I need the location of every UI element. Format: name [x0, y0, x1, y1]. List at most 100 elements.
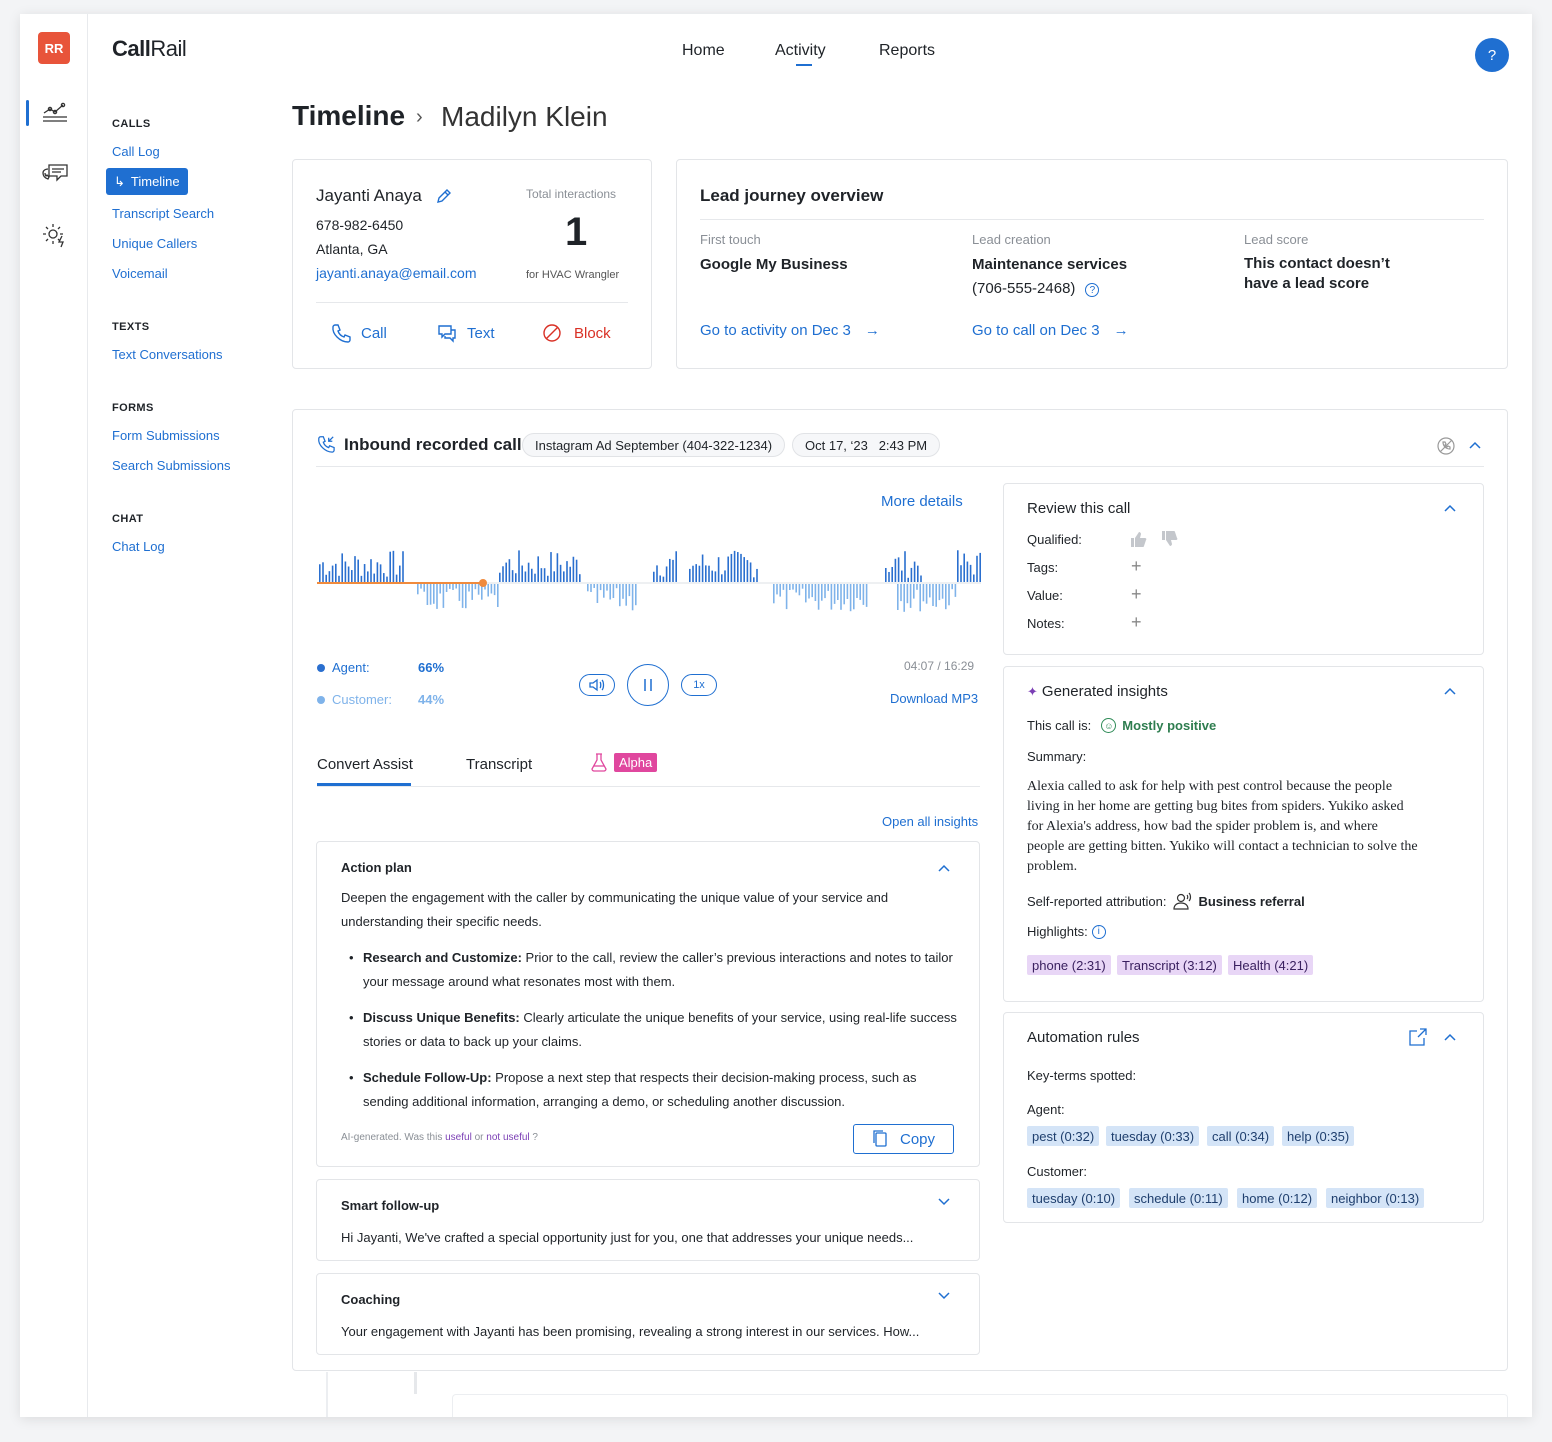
more-details-link[interactable]: More details	[881, 493, 963, 510]
highlight-tag[interactable]: Health (4:21)	[1228, 955, 1314, 975]
edit-pencil-icon[interactable]	[435, 187, 453, 210]
copy-button[interactable]: Copy	[853, 1124, 954, 1154]
add-value-plus-icon[interactable]: +	[1131, 585, 1142, 603]
tags-label: Tags:	[1027, 560, 1059, 575]
key-term-tag[interactable]: pest (0:32)	[1027, 1126, 1100, 1146]
block-action-button[interactable]: Block	[542, 323, 611, 343]
breadcrumb-root[interactable]: Timeline	[292, 100, 405, 132]
nav-activity[interactable]: Activity	[775, 42, 826, 60]
sidebar-item-text-conversations[interactable]: Text Conversations	[112, 347, 223, 362]
highlight-tag[interactable]: Transcript (3:12)	[1117, 955, 1222, 975]
customer-wave-bar	[493, 584, 496, 596]
pause-icon	[644, 679, 652, 691]
playback-speed-button[interactable]: 1x	[681, 674, 717, 696]
agent-wave-bar	[335, 563, 337, 583]
expand-chevron-icon[interactable]	[937, 1288, 951, 1307]
call-waveform[interactable]	[317, 548, 981, 624]
tab-alpha[interactable]: Alpha	[590, 752, 658, 772]
sidebar-item-transcript-search[interactable]: Transcript Search	[112, 206, 214, 221]
key-term-tag[interactable]: neighbor (0:13)	[1326, 1188, 1425, 1208]
agent-wave-bar	[727, 556, 729, 583]
not-useful-link[interactable]: not useful	[486, 1132, 529, 1143]
thumbs-down-icon[interactable]	[1160, 530, 1178, 553]
sidebar-item-timeline[interactable]: ↳ Timeline	[106, 168, 188, 195]
help-button[interactable]: ?	[1475, 38, 1509, 72]
agent-wave-bar	[894, 558, 897, 582]
key-term-tag[interactable]: help (0:35)	[1282, 1126, 1355, 1146]
sidebar-item-call-log[interactable]: Call Log	[112, 144, 160, 159]
list-item: Discuss Unique Benefits: Clearly articul…	[341, 1006, 957, 1054]
collapse-call-chevron-icon[interactable]	[1468, 439, 1482, 458]
agent-wave-bar	[888, 571, 890, 582]
tab-transcript[interactable]: Transcript	[466, 756, 532, 773]
flask-icon	[591, 753, 607, 772]
agent-legend: Agent: 66%	[317, 660, 444, 675]
generated-insights-card: ✦ Generated insights This call is: ☺ Most…	[1003, 666, 1484, 1002]
open-all-insights-link[interactable]: Open all insights	[882, 814, 978, 829]
collapse-chevron-icon[interactable]	[1443, 502, 1457, 521]
analytics-icon[interactable]	[38, 98, 72, 128]
tab-convert-assist[interactable]: Convert Assist	[317, 756, 413, 773]
agent-wave-bar	[885, 567, 887, 582]
agent-wave-bar	[692, 565, 694, 583]
highlight-tag[interactable]: phone (2:31)	[1027, 955, 1111, 975]
sidebar-item-voicemail[interactable]: Voicemail	[112, 266, 168, 281]
arrow-right-icon: →	[1113, 322, 1129, 339]
key-term-tag[interactable]: tuesday (0:33)	[1106, 1126, 1200, 1146]
key-term-tag[interactable]: schedule (0:11)	[1129, 1188, 1228, 1208]
key-term-tag[interactable]: call (0:34)	[1207, 1126, 1275, 1146]
customer-wave-bar	[862, 584, 865, 605]
phone-icon	[332, 324, 351, 343]
thumbs-up-icon[interactable]	[1129, 530, 1147, 553]
card-divider	[316, 302, 628, 303]
nav-reports[interactable]: Reports	[879, 42, 935, 60]
coaching-card[interactable]: Coaching Your engagement with Jayanti ha…	[316, 1273, 980, 1355]
download-mp3-link[interactable]: Download MP3	[890, 691, 978, 706]
journey-divider	[700, 219, 1484, 220]
text-action-button[interactable]: Text	[437, 323, 495, 343]
customer-wave-bar	[468, 584, 470, 592]
pause-button[interactable]	[627, 664, 669, 706]
agent-wave-bar	[395, 574, 398, 583]
agent-wave-bar	[547, 575, 549, 582]
customer-wave-bar	[779, 584, 781, 597]
customer-wave-bar	[776, 584, 778, 595]
collapse-chevron-icon[interactable]	[1443, 1031, 1457, 1050]
smart-followup-card[interactable]: Smart follow-up Hi Jayanti, We've crafte…	[316, 1179, 980, 1261]
add-tag-plus-icon[interactable]: +	[1131, 557, 1142, 575]
go-to-activity-link[interactable]: Go to activity on Dec 3 →	[700, 322, 880, 339]
sidebar-item-unique-callers[interactable]: Unique Callers	[112, 236, 197, 251]
customer-wave-bar	[436, 584, 438, 609]
nav-home[interactable]: Home	[682, 42, 725, 60]
account-avatar[interactable]: RR	[38, 32, 70, 64]
add-note-plus-icon[interactable]: +	[1131, 613, 1142, 631]
call-action-button[interactable]: Call	[331, 323, 387, 343]
key-term-tag[interactable]: home (0:12)	[1237, 1188, 1318, 1208]
collapse-chevron-icon[interactable]	[1443, 685, 1457, 704]
contact-email-link[interactable]: jayanti.anaya@email.com	[316, 265, 477, 281]
page-title: Madilyn Klein	[441, 101, 608, 132]
conversations-icon[interactable]	[38, 158, 72, 188]
agent-wave-bar	[910, 567, 913, 583]
useful-link[interactable]: useful	[445, 1132, 472, 1143]
agent-terms-label: Agent:	[1027, 1102, 1065, 1117]
customer-wave-bar	[929, 584, 931, 598]
expand-chevron-icon[interactable]	[937, 1194, 951, 1213]
go-to-call-link[interactable]: Go to call on Dec 3 →	[972, 322, 1129, 339]
collapse-chevron-icon[interactable]	[937, 862, 951, 881]
external-link-icon[interactable]	[1408, 1027, 1428, 1052]
key-term-tag[interactable]: tuesday (0:10)	[1027, 1188, 1121, 1208]
value-label: Value:	[1027, 588, 1063, 603]
sidebar-item-form-submissions[interactable]: Form Submissions	[112, 428, 220, 443]
volume-button[interactable]	[579, 674, 615, 696]
callrail-logo[interactable]: CallRail	[112, 36, 187, 62]
customer-wave-bar	[423, 584, 425, 592]
sidebar-item-chat-log[interactable]: Chat Log	[112, 539, 165, 554]
call-date-pill: Oct 17, ‘23 2:43 PM	[792, 433, 941, 457]
customer-wave-bar	[433, 584, 435, 604]
settings-automation-icon[interactable]	[38, 220, 72, 250]
info-icon: i	[1091, 924, 1106, 939]
lead-score-value: This contact doesn’t have a lead score	[1244, 255, 1390, 292]
no-call-icon[interactable]	[1436, 436, 1456, 461]
sidebar-item-search-submissions[interactable]: Search Submissions	[112, 458, 231, 473]
